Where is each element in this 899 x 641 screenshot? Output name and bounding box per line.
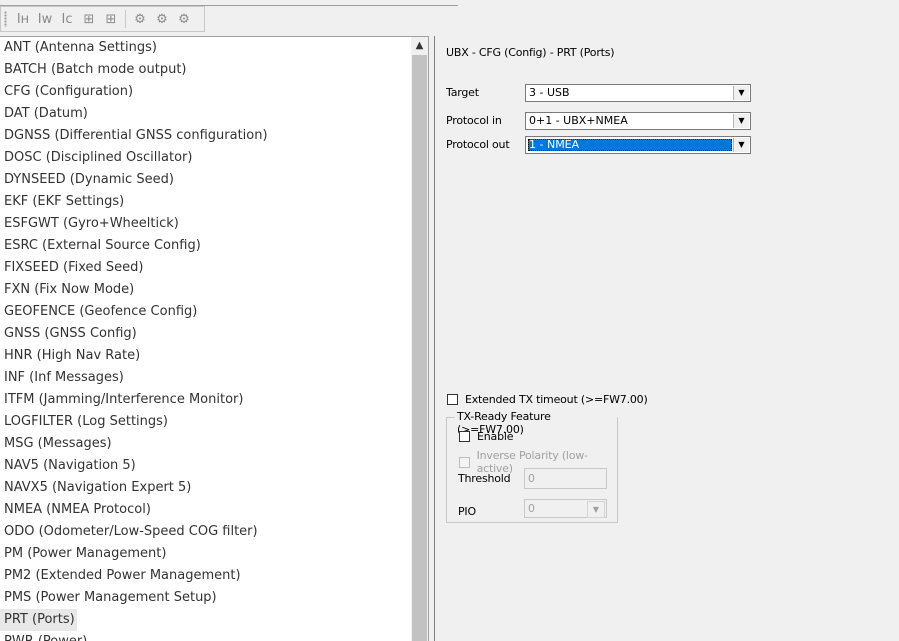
gear-icon[interactable]: ⚙: [129, 8, 151, 30]
protocol-in-value: 0+1 - UBX+NMEA: [529, 114, 628, 127]
list-item[interactable]: DAT (Datum): [0, 103, 411, 125]
grid-icon[interactable]: ⊞: [78, 8, 100, 30]
toolbar-separator: [125, 10, 126, 28]
protocol-out-value: 1 - NMEA: [529, 138, 580, 151]
list-item[interactable]: ITFM (Jamming/Interference Monitor): [0, 389, 411, 411]
message-list[interactable]: ANT (Antenna Settings) BATCH (Batch mode …: [0, 37, 411, 641]
grid-add-icon[interactable]: ⊞: [100, 8, 122, 30]
list-item[interactable]: PWR (Power): [0, 631, 411, 641]
list-item[interactable]: ESFGWT (Gyro+Wheeltick): [0, 213, 411, 235]
hide-width-icon[interactable]: Ⅰw: [34, 8, 56, 30]
list-scrollbar[interactable]: ▲: [411, 37, 428, 641]
list-item[interactable]: PM (Power Management): [0, 543, 411, 565]
enable-label: Enable: [477, 430, 514, 443]
pio-label: PIO: [458, 505, 476, 518]
panel-title: UBX - CFG (Config) - PRT (Ports): [446, 46, 615, 59]
enable-checkbox[interactable]: [459, 431, 470, 442]
gear-icon[interactable]: ⚙: [173, 8, 195, 30]
config-panel: UBX - CFG (Config) - PRT (Ports) Target …: [434, 36, 899, 641]
scroll-up-icon[interactable]: ▲: [411, 37, 428, 54]
toolbar-grip[interactable]: [4, 11, 7, 27]
list-item[interactable]: DGNSS (Differential GNSS configuration): [0, 125, 411, 147]
list-item[interactable]: FIXSEED (Fixed Seed): [0, 257, 411, 279]
list-item[interactable]: PRT (Ports): [0, 609, 77, 631]
toolbar: Ⅰʜ Ⅰw Ⅰc ⊞ ⊞ ⚙ ⚙ ⚙: [0, 6, 205, 32]
target-value: 3 - USB: [529, 86, 570, 99]
extended-tx-timeout-row[interactable]: Extended TX timeout (>=FW7.00): [447, 393, 648, 406]
protocol-in-label: Protocol in: [446, 114, 502, 127]
list-item[interactable]: DOSC (Disciplined Oscillator): [0, 147, 411, 169]
chevron-down-icon[interactable]: ▼: [733, 114, 749, 128]
protocol-in-select[interactable]: 0+1 - UBX+NMEA ▼: [525, 112, 751, 130]
chevron-down-icon[interactable]: ▼: [733, 86, 749, 100]
chevron-down-icon[interactable]: ▼: [733, 138, 749, 152]
threshold-label: Threshold: [458, 472, 511, 485]
list-item[interactable]: NAV5 (Navigation 5): [0, 455, 411, 477]
chevron-down-icon[interactable]: ▼: [587, 501, 605, 518]
list-item[interactable]: GNSS (GNSS Config): [0, 323, 411, 345]
list-item[interactable]: HNR (High Nav Rate): [0, 345, 411, 367]
target-label: Target: [446, 86, 479, 99]
list-item[interactable]: ODO (Odometer/Low-Speed COG filter): [0, 521, 411, 543]
scroll-thumb[interactable]: [412, 55, 427, 641]
list-item[interactable]: NMEA (NMEA Protocol): [0, 499, 411, 521]
list-item[interactable]: MSG (Messages): [0, 433, 411, 455]
pio-select[interactable]: 0 ▼: [524, 499, 607, 518]
inverse-polarity-checkbox[interactable]: [459, 456, 470, 468]
target-select[interactable]: 3 - USB ▼: [525, 84, 751, 102]
extended-tx-timeout-label: Extended TX timeout (>=FW7.00): [465, 393, 648, 406]
hide-c-icon[interactable]: Ⅰc: [56, 8, 78, 30]
protocol-out-select[interactable]: 1 - NMEA ▼: [525, 136, 751, 154]
list-item[interactable]: ANT (Antenna Settings): [0, 37, 411, 59]
list-item[interactable]: PMS (Power Management Setup): [0, 587, 411, 609]
threshold-input[interactable]: 0: [524, 468, 607, 489]
list-item[interactable]: GEOFENCE (Geofence Config): [0, 301, 411, 323]
enable-row[interactable]: Enable: [459, 430, 513, 443]
pio-value: 0: [528, 502, 535, 515]
protocol-out-label: Protocol out: [446, 138, 510, 151]
list-item[interactable]: INF (Inf Messages): [0, 367, 411, 389]
gear-icon[interactable]: ⚙: [151, 8, 173, 30]
message-list-panel: ANT (Antenna Settings) BATCH (Batch mode …: [0, 36, 429, 641]
extended-tx-timeout-checkbox[interactable]: [447, 394, 458, 405]
list-item[interactable]: EKF (EKF Settings): [0, 191, 411, 213]
list-item[interactable]: LOGFILTER (Log Settings): [0, 411, 411, 433]
list-item[interactable]: CFG (Configuration): [0, 81, 411, 103]
list-item[interactable]: NAVX5 (Navigation Expert 5): [0, 477, 411, 499]
list-item[interactable]: DYNSEED (Dynamic Seed): [0, 169, 411, 191]
list-item[interactable]: ESRC (External Source Config): [0, 235, 411, 257]
hide-height-icon[interactable]: Ⅰʜ: [12, 8, 34, 30]
list-item[interactable]: BATCH (Batch mode output): [0, 59, 411, 81]
tx-ready-group: TX-Ready Feature (>=FW7.00) Enable Inver…: [446, 410, 618, 523]
list-item[interactable]: PM2 (Extended Power Management): [0, 565, 411, 587]
list-item[interactable]: FXN (Fix Now Mode): [0, 279, 411, 301]
